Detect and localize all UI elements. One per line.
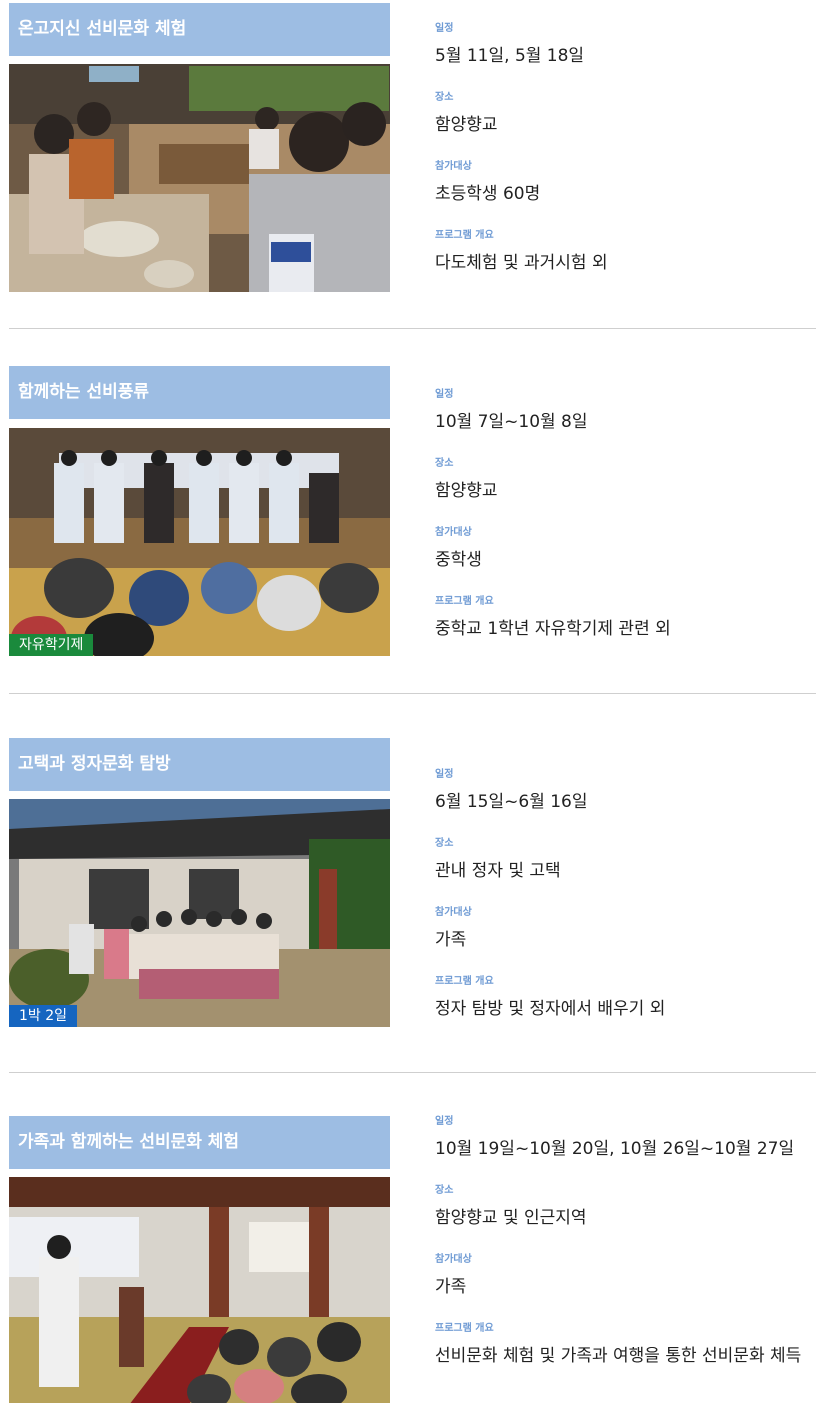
schedule-label: 일정 <box>435 769 454 780</box>
program-info: 일정 5월 11일, 5월 18일 장소 함양향교 참가대상 초등학생 60명 … <box>435 22 820 298</box>
place-value: 함양향교 <box>435 115 498 135</box>
old-house-group-photo <box>9 799 390 1027</box>
overview-field: 프로그램 개요 중학교 1학년 자유학기제 관련 외 <box>435 595 820 643</box>
place-label: 장소 <box>435 1185 454 1196</box>
schedule-value: 5월 11일, 5월 18일 <box>435 46 585 66</box>
overview-label: 프로그램 개요 <box>435 230 494 241</box>
schedule-field: 일정 10월 19일~10월 20일, 10월 26일~10월 27일 <box>435 1115 820 1163</box>
program-info: 일정 6월 15일~6월 16일 장소 관내 정자 및 고택 참가대상 가족 프… <box>435 768 820 1044</box>
schedule-value: 10월 7일~10월 8일 <box>435 412 588 432</box>
program-title: 온고지신 선비문화 체험 <box>9 3 390 56</box>
section-divider <box>9 1072 816 1073</box>
place-field: 장소 함양향교 <box>435 457 820 505</box>
schedule-field: 일정 5월 11일, 5월 18일 <box>435 22 820 70</box>
target-value: 가족 <box>435 1277 467 1297</box>
place-value: 함양향교 및 인근지역 <box>435 1208 587 1228</box>
program-photo <box>9 1177 390 1403</box>
place-field: 장소 함양향교 <box>435 91 820 139</box>
place-field: 장소 관내 정자 및 고택 <box>435 837 820 885</box>
place-label: 장소 <box>435 458 454 469</box>
overview-value: 중학교 1학년 자유학기제 관련 외 <box>435 619 671 639</box>
tea-ceremony-photo <box>9 64 390 292</box>
overview-label: 프로그램 개요 <box>435 976 494 987</box>
target-field: 참가대상 가족 <box>435 906 820 954</box>
place-value: 관내 정자 및 고택 <box>435 861 561 881</box>
target-label: 참가대상 <box>435 1254 472 1265</box>
target-value: 가족 <box>435 930 467 950</box>
program-photo <box>9 64 390 292</box>
seonbi-performance-photo <box>9 428 390 656</box>
overview-value: 다도체험 및 과거시험 외 <box>435 253 608 273</box>
program-title: 고택과 정자문화 탐방 <box>9 738 390 791</box>
schedule-value: 10월 19일~10월 20일, 10월 26일~10월 27일 <box>435 1139 795 1159</box>
target-label: 참가대상 <box>435 527 472 538</box>
target-value: 초등학생 60명 <box>435 184 541 204</box>
schedule-label: 일정 <box>435 23 454 34</box>
overview-label: 프로그램 개요 <box>435 1323 494 1334</box>
section-divider <box>9 693 816 694</box>
place-value: 함양향교 <box>435 481 498 501</box>
program-badge: 자유학기제 <box>9 634 94 656</box>
place-label: 장소 <box>435 92 454 103</box>
schedule-value: 6월 15일~6월 16일 <box>435 792 588 812</box>
program-title: 함께하는 선비풍류 <box>9 366 390 419</box>
overview-value: 정자 탐방 및 정자에서 배우기 외 <box>435 999 666 1019</box>
target-label: 참가대상 <box>435 161 472 172</box>
schedule-field: 일정 10월 7일~10월 8일 <box>435 388 820 436</box>
target-label: 참가대상 <box>435 907 472 918</box>
target-field: 참가대상 가족 <box>435 1253 820 1301</box>
overview-field: 프로그램 개요 다도체험 및 과거시험 외 <box>435 229 820 277</box>
place-field: 장소 함양향교 및 인근지역 <box>435 1184 820 1232</box>
schedule-label: 일정 <box>435 389 454 400</box>
program-info: 일정 10월 7일~10월 8일 장소 함양향교 참가대상 중학생 프로그램 개… <box>435 388 820 664</box>
overview-field: 프로그램 개요 선비문화 체험 및 가족과 여행을 통한 선비문화 체득 <box>435 1322 820 1370</box>
place-label: 장소 <box>435 838 454 849</box>
program-info: 일정 10월 19일~10월 20일, 10월 26일~10월 27일 장소 함… <box>435 1115 820 1391</box>
program-photo: 1박 2일 <box>9 799 390 1027</box>
program-photo: 자유학기제 <box>9 428 390 656</box>
program-title: 가족과 함께하는 선비문화 체험 <box>9 1116 390 1169</box>
target-field: 참가대상 중학생 <box>435 526 820 574</box>
target-field: 참가대상 초등학생 60명 <box>435 160 820 208</box>
overview-field: 프로그램 개요 정자 탐방 및 정자에서 배우기 외 <box>435 975 820 1023</box>
overview-label: 프로그램 개요 <box>435 596 494 607</box>
schedule-field: 일정 6월 15일~6월 16일 <box>435 768 820 816</box>
family-hall-photo <box>9 1177 390 1403</box>
section-divider <box>9 328 816 329</box>
schedule-label: 일정 <box>435 1116 454 1127</box>
overview-value: 선비문화 체험 및 가족과 여행을 통한 선비문화 체득 <box>435 1346 802 1366</box>
target-value: 중학생 <box>435 550 482 570</box>
program-badge: 1박 2일 <box>9 1005 78 1027</box>
